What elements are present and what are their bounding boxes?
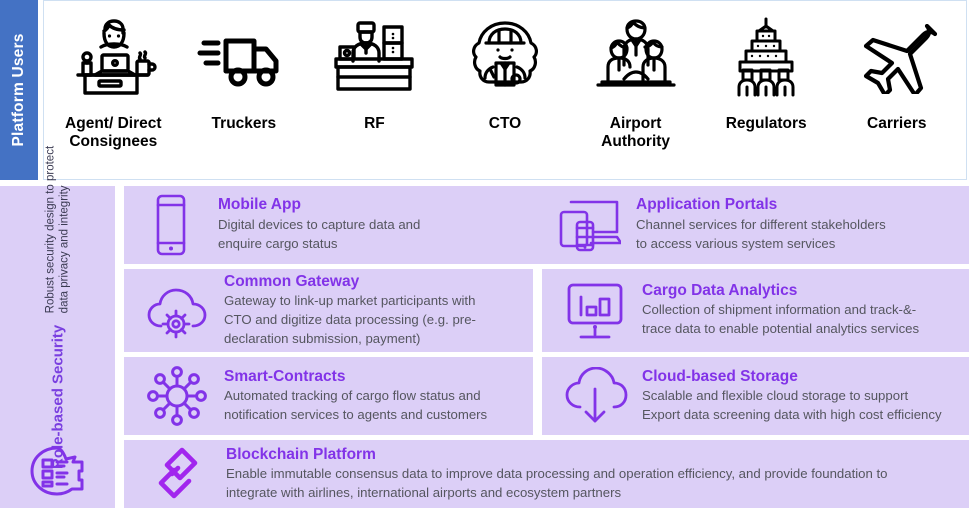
- service-body-application-portals: Application Portals Channel services for…: [636, 196, 969, 253]
- user-label-truckers: Truckers: [211, 115, 277, 132]
- user-label-agent: Agent/ Direct Consignees: [65, 115, 162, 151]
- user-label-carriers: Carriers: [867, 115, 927, 132]
- user-cell-truckers[interactable]: Truckers: [179, 7, 310, 175]
- monitor-chart-icon: [548, 281, 642, 341]
- user-cell-cto[interactable]: CTO: [440, 7, 571, 175]
- service-body-smart-contracts: Smart-Contracts Automated tracking of ca…: [224, 368, 527, 425]
- worker-helmet-icon: [460, 15, 550, 103]
- user-label-regulators: Regulators: [725, 115, 807, 132]
- counter-staff-icon: [326, 15, 422, 103]
- user-label-airport-authority: Airport Authority: [601, 115, 671, 151]
- mobile-phone-icon: [124, 193, 218, 257]
- service-body-cloud-based-storage: Cloud-based Storage Scalable and flexibl…: [642, 368, 963, 425]
- service-desc-application-portals: Channel services for different stakehold…: [636, 216, 886, 251]
- user-cell-airport-authority[interactable]: Airport Authority: [570, 7, 701, 175]
- services-row-4: Blockchain Platform Enable immutable con…: [124, 440, 969, 508]
- services-row-3: Smart-Contracts Automated tracking of ca…: [124, 357, 969, 436]
- security-badge-icon: [27, 444, 89, 500]
- services-grid: Mobile App Digital devices to capture da…: [124, 186, 969, 508]
- service-desc-smart-contracts: Automated tracking of cargo flow status …: [224, 388, 488, 422]
- platform-users-tab-label: Platform Users: [10, 33, 27, 147]
- platform-users-section: Platform Users Agent/ Direct Consignees …: [0, 0, 967, 180]
- security-description: Robust security design to protect data p…: [44, 145, 71, 314]
- services-row-1-band: Mobile App Digital devices to capture da…: [124, 186, 969, 264]
- service-desc-cloud-based-storage: Scalable and flexible cloud storage to s…: [642, 388, 942, 422]
- infographic-root: Platform Users Agent/ Direct Consignees …: [0, 0, 977, 510]
- airplane-icon: [851, 15, 943, 103]
- truck-icon: [194, 15, 294, 103]
- service-desc-common-gateway: Gateway to link-up market participants w…: [224, 293, 476, 346]
- platform-users-tab: Platform Users: [0, 0, 38, 180]
- user-cell-carriers[interactable]: Carriers: [831, 7, 962, 175]
- service-title-mobile-app: Mobile App: [218, 196, 301, 214]
- user-cell-rf[interactable]: RF: [309, 7, 440, 175]
- platform-users-panel: Agent/ Direct Consignees Truckers RF CTO…: [43, 0, 967, 180]
- government-building-icon: [723, 15, 809, 103]
- cloud-download-icon: [548, 367, 642, 425]
- service-card-application-portals[interactable]: Application Portals Channel services for…: [542, 186, 969, 264]
- people-group-icon: [586, 15, 686, 103]
- service-card-blockchain-platform[interactable]: Blockchain Platform Enable immutable con…: [124, 440, 969, 508]
- service-body-mobile-app: Mobile App Digital devices to capture da…: [218, 196, 542, 253]
- service-title-cloud-based-storage: Cloud-based Storage: [642, 367, 798, 385]
- network-nodes-icon: [130, 365, 224, 427]
- service-card-common-gateway[interactable]: Common Gateway Gateway to link-up market…: [124, 268, 533, 353]
- service-desc-blockchain-platform: Enable immutable consensus data to impro…: [226, 465, 888, 500]
- user-label-cto: CTO: [488, 115, 522, 132]
- service-card-mobile-app[interactable]: Mobile App Digital devices to capture da…: [124, 186, 542, 264]
- service-body-cargo-data-analytics: Cargo Data Analytics Collection of shipm…: [642, 282, 963, 339]
- services-row-1: Mobile App Digital devices to capture da…: [124, 186, 969, 264]
- agent-desk-icon: [65, 15, 161, 103]
- services-row-2: Common Gateway Gateway to link-up market…: [124, 268, 969, 353]
- service-title-application-portals: Application Portals: [636, 196, 778, 214]
- service-body-blockchain-platform: Blockchain Platform Enable immutable con…: [226, 446, 963, 503]
- service-card-cargo-data-analytics[interactable]: Cargo Data Analytics Collection of shipm…: [542, 268, 969, 353]
- service-desc-cargo-data-analytics: Collection of shipment information and t…: [642, 302, 920, 337]
- services-section: Role-based Security Robust security desi…: [0, 146, 969, 508]
- user-label-rf: RF: [364, 115, 385, 132]
- chain-link-icon: [130, 445, 226, 503]
- service-card-smart-contracts[interactable]: Smart-Contracts Automated tracking of ca…: [124, 357, 533, 436]
- multi-device-icon: [542, 196, 636, 254]
- service-body-common-gateway: Common Gateway Gateway to link-up market…: [224, 273, 527, 348]
- service-title-common-gateway: Common Gateway: [224, 272, 360, 290]
- role-based-security-rail: Role-based Security Robust security desi…: [0, 146, 115, 508]
- service-title-smart-contracts: Smart-Contracts: [224, 367, 346, 385]
- service-title-cargo-data-analytics: Cargo Data Analytics: [642, 282, 798, 300]
- service-card-cloud-based-storage[interactable]: Cloud-based Storage Scalable and flexibl…: [542, 357, 969, 436]
- cloud-gear-icon: [130, 282, 224, 340]
- user-cell-regulators[interactable]: Regulators: [701, 7, 832, 175]
- service-desc-mobile-app: Digital devices to capture data and enqu…: [218, 216, 421, 251]
- service-title-blockchain-platform: Blockchain Platform: [226, 445, 376, 463]
- security-rail-text: Role-based Security Robust security desi…: [43, 146, 72, 469]
